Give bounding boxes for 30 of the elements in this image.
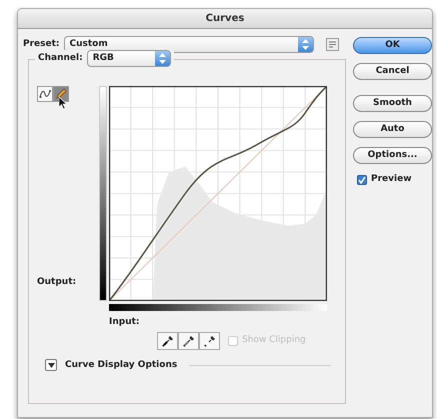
window-title: Curves — [206, 12, 244, 26]
preview-checkbox[interactable]: Preview — [357, 173, 412, 186]
channel-dropdown[interactable]: RGB — [86, 50, 171, 67]
dialog-button[interactable]: OK — [353, 37, 432, 54]
preset-menu-icon[interactable] — [326, 38, 339, 51]
check-icon — [358, 176, 366, 184]
curve-display-options-label: Curve Display Options — [65, 358, 178, 372]
eyedropper-button[interactable] — [157, 332, 178, 350]
input-label: Input: — [109, 316, 141, 329]
eyedropper-button[interactable] — [178, 332, 199, 350]
eyedropper-icon — [204, 334, 216, 346]
stepper-icon — [154, 51, 170, 66]
eyedropper-icon — [162, 334, 174, 346]
eyedropper-icon — [182, 334, 194, 346]
triangle-icon — [48, 362, 54, 369]
pointer-icon — [59, 97, 67, 109]
curves-graph[interactable] — [109, 86, 327, 301]
dialog-button[interactable]: Auto — [353, 121, 432, 138]
pencil-tool[interactable] — [53, 86, 69, 102]
preset-label: Preset: — [23, 38, 60, 51]
eyedropper-button[interactable] — [199, 332, 220, 350]
dialog-button[interactable]: Smooth — [353, 95, 432, 112]
output-label: Output: — [37, 276, 78, 289]
channel-label: Channel: — [38, 52, 83, 65]
stepper-icon — [298, 37, 313, 52]
dialog-button[interactable]: Options... — [353, 147, 432, 164]
dialog-button[interactable]: Cancel — [353, 63, 432, 80]
curve-points-tool[interactable] — [37, 86, 53, 102]
preset-dropdown[interactable]: Custom — [64, 36, 314, 53]
disclosure-button[interactable] — [45, 359, 57, 372]
